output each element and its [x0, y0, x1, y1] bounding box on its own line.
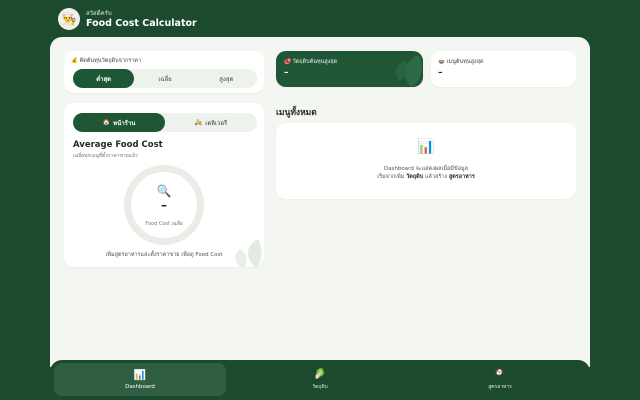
average-food-cost-card: 🏠 หน้าร้าน 🛵 เดลิเวอรี Average Food Cost… [64, 103, 264, 267]
cost-basis-min-button[interactable]: ต่ำสุด [73, 69, 135, 88]
bar-chart-icon: 📊 [417, 139, 435, 155]
tab-storefront-label: หน้าร้าน [113, 119, 136, 127]
highest-ingredient-value: – [284, 68, 289, 78]
chart-icon: 📊 [133, 369, 147, 381]
menus-empty-state: 📊 Dashboard จะแสดงผลเมื่อมีข้อมูล เริ่มจ… [276, 123, 576, 199]
cost-basis-max-button[interactable]: สูงสุด [196, 69, 257, 88]
empty-state-mid: แล้วสร้าง [423, 174, 449, 180]
tab-storefront[interactable]: 🏠 หน้าร้าน [73, 113, 165, 132]
scooter-icon: 🛵 [194, 119, 203, 126]
nav-ingredients-label: วัตถุดิบ [312, 383, 328, 390]
highest-menu-card[interactable]: 🍲 เมนูต้นทุนสูงสุด – [431, 51, 576, 87]
nav-recipes-label: สูตรอาหาร [488, 383, 512, 390]
empty-state-line-1: Dashboard จะแสดงผลเมื่อมีข้อมูล [383, 166, 468, 172]
highest-ingredient-label: 🥩 วัตถุดิบต้นทุนสูงสุด [284, 59, 338, 65]
cost-basis-card: 💰 คิดต้นทุนวัตถุดิบจากราคา ต่ำสุด เฉลี่ย… [64, 51, 264, 93]
tab-delivery-label: เดลิเวอรี [205, 119, 228, 127]
bottom-navigation: 📊 Dashboard 🥬 วัตถุดิบ 🍳 สูตรอาหาร [50, 360, 590, 400]
food-cost-gauge: 🔍 – Food Cost เฉลี่ย [124, 165, 204, 245]
leaf-decoration-icon [395, 55, 422, 87]
magnifier-icon: 🔍 [156, 184, 172, 198]
app-header: 👨‍🍳 สวัสดีครับ Food Cost Calculator [58, 8, 197, 30]
ingredient-link[interactable]: วัตถุดิบ [406, 174, 423, 180]
all-menus-heading: เมนูทั้งหมด [276, 108, 317, 118]
storefront-icon: 🏠 [102, 119, 111, 126]
average-food-cost-label: Food Cost เฉลี่ย [145, 221, 183, 227]
app-title: Food Cost Calculator [86, 17, 197, 29]
tab-delivery[interactable]: 🛵 เดลิเวอรี [165, 113, 257, 132]
chef-logo-icon: 👨‍🍳 [58, 8, 80, 30]
empty-state-prefix: เริ่มจากเพิ่ม [377, 174, 407, 180]
average-subtitle: เฉลี่ยทุกเมนูที่ตั้งราคาขายแล้ว [73, 153, 138, 159]
cost-basis-avg-button[interactable]: เฉลี่ย [134, 69, 195, 88]
average-food-cost-value: – [161, 198, 167, 212]
cooking-icon: 🍳 [493, 368, 507, 380]
highest-menu-label: 🍲 เมนูต้นทุนสูงสุด [438, 59, 484, 65]
cost-basis-label: 💰 คิดต้นทุนวัตถุดิบจากราคา [71, 58, 142, 64]
nav-recipes[interactable]: 🍳 สูตรอาหาร [414, 363, 586, 396]
channel-tabs: 🏠 หน้าร้าน 🛵 เดลิเวอรี [73, 113, 257, 132]
cost-basis-selector: ต่ำสุด เฉลี่ย สูงสุด [73, 69, 257, 88]
average-title: Average Food Cost [73, 140, 163, 150]
dashboard-panel: 💰 คิดต้นทุนวัตถุดิบจากราคา ต่ำสุด เฉลี่ย… [50, 37, 590, 367]
leaf-decoration-icon [235, 239, 262, 267]
highest-menu-value: – [438, 68, 443, 78]
nav-dashboard-label: Dashboard [125, 383, 155, 390]
greeting-text: สวัสดีครับ [86, 9, 112, 17]
highest-ingredient-card[interactable]: 🥩 วัตถุดิบต้นทุนสูงสุด – [276, 51, 423, 87]
empty-state-line-2: เริ่มจากเพิ่ม วัตถุดิบ แล้วสร้าง สูตรอาห… [276, 173, 576, 181]
nav-ingredients[interactable]: 🥬 วัตถุดิบ [234, 363, 406, 396]
nav-dashboard[interactable]: 📊 Dashboard [54, 363, 226, 396]
leafy-green-icon: 🥬 [313, 368, 327, 380]
recipe-link[interactable]: สูตรอาหาร [449, 174, 475, 180]
